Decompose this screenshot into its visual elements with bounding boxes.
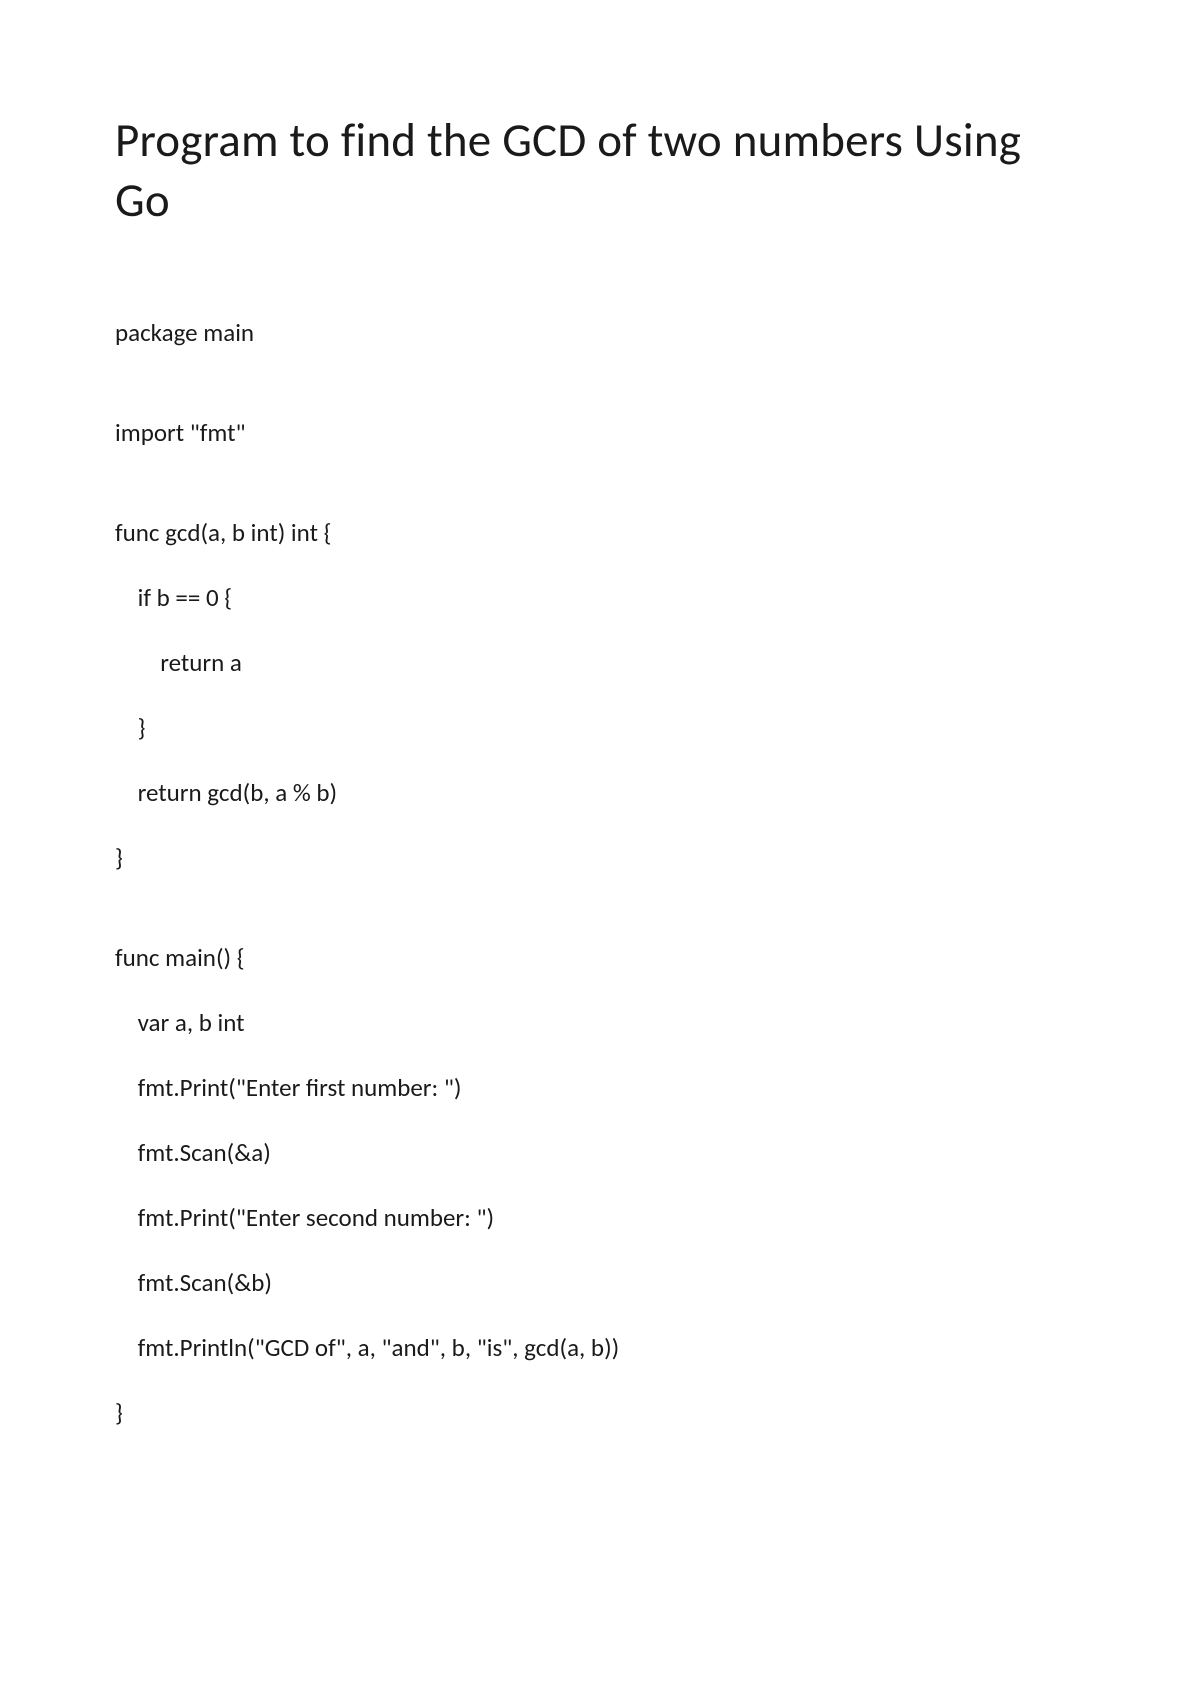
document-title: Program to find the GCD of two numbers U… — [115, 110, 1085, 230]
code-line: fmt.Println("GCD of", a, "and", b, "is",… — [115, 1330, 1085, 1365]
code-line: return a — [115, 645, 1085, 680]
code-line: func gcd(a, b int) int { — [115, 515, 1085, 550]
code-line: fmt.Print("Enter second number: ") — [115, 1200, 1085, 1235]
code-line: fmt.Scan(&a) — [115, 1135, 1085, 1170]
code-block: package main import "fmt" func gcd(a, b … — [115, 315, 1085, 1430]
code-line: import "fmt" — [115, 415, 1085, 450]
code-line: return gcd(b, a % b) — [115, 775, 1085, 810]
code-line: } — [115, 1395, 1085, 1430]
code-line: func main() { — [115, 940, 1085, 975]
blank-line — [115, 380, 1085, 415]
code-line: if b == 0 { — [115, 580, 1085, 615]
blank-line — [115, 480, 1085, 515]
code-line: fmt.Print("Enter first number: ") — [115, 1070, 1085, 1105]
code-line: package main — [115, 315, 1085, 350]
code-line: } — [115, 840, 1085, 875]
code-line: } — [115, 710, 1085, 745]
blank-line — [115, 905, 1085, 940]
code-line: var a, b int — [115, 1005, 1085, 1040]
code-line: fmt.Scan(&b) — [115, 1265, 1085, 1300]
